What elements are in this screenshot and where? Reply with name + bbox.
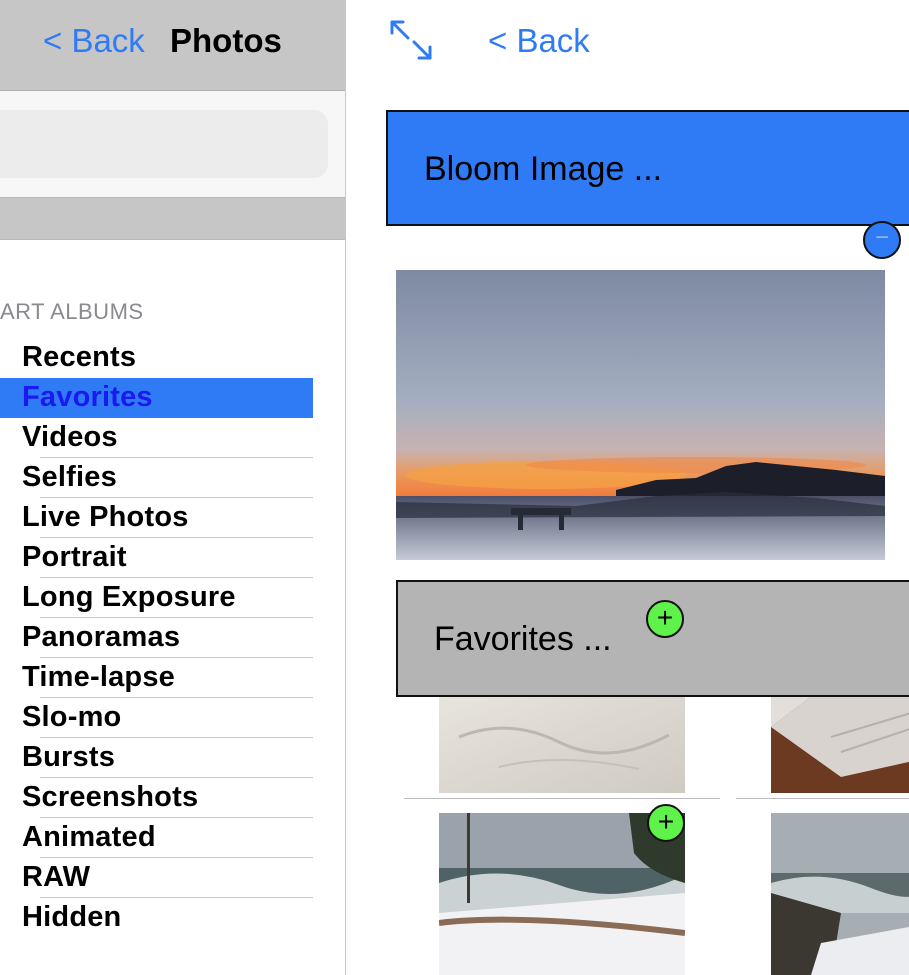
photo-thumbnail[interactable] (771, 697, 909, 793)
grid-divider (404, 798, 720, 799)
bloom-image-label: Bloom Image ... (424, 150, 663, 188)
album-label: RAW (22, 861, 91, 893)
album-label: Favorites (22, 381, 153, 413)
album-item-videos[interactable]: Videos (0, 418, 313, 458)
expand-arrows-icon[interactable] (388, 18, 434, 62)
sidebar-header: < Back Photos (0, 0, 345, 91)
album-item-slo-mo[interactable]: Slo-mo (0, 698, 313, 738)
search-area (0, 91, 345, 197)
album-item-long-exposure[interactable]: Long Exposure (0, 578, 313, 618)
album-label: Bursts (22, 741, 116, 773)
album-item-bursts[interactable]: Bursts (0, 738, 313, 778)
section-divider (0, 197, 345, 240)
album-label: Live Photos (22, 501, 189, 533)
album-label: Selfies (22, 461, 117, 493)
album-item-portrait[interactable]: Portrait (0, 538, 313, 578)
album-label: Recents (22, 341, 137, 373)
albums-sidebar: < Back Photos ART ALBUMS Recents Favorit… (0, 0, 346, 975)
photo-thumbnail[interactable] (771, 813, 909, 975)
album-label: Animated (22, 821, 156, 853)
favorites-label: Favorites ... (434, 620, 612, 658)
collapse-button[interactable]: − (863, 221, 901, 259)
grid-divider (736, 798, 909, 799)
album-label: Videos (22, 421, 118, 453)
detail-back-button[interactable]: < Back (488, 22, 590, 60)
sunset-photo[interactable] (396, 270, 885, 560)
add-button[interactable]: + (646, 600, 684, 638)
sidebar-title: Photos (170, 22, 282, 59)
album-item-favorites[interactable]: Favorites (0, 378, 313, 418)
section-header: ART ALBUMS (0, 299, 144, 324)
album-label: Hidden (22, 901, 122, 933)
album-list: Recents Favorites Videos Selfies Live Ph… (0, 338, 313, 938)
album-label: Panoramas (22, 621, 181, 653)
album-label: Time-lapse (22, 661, 175, 693)
photo-thumbnail[interactable] (439, 813, 685, 975)
album-label: Screenshots (22, 781, 199, 813)
album-item-selfies[interactable]: Selfies (0, 458, 313, 498)
favorites-block[interactable]: Favorites ... (396, 580, 909, 697)
album-label: Portrait (22, 541, 127, 573)
bloom-image-block[interactable]: Bloom Image ... (386, 110, 909, 226)
album-item-hidden[interactable]: Hidden (0, 898, 313, 938)
album-item-screenshots[interactable]: Screenshots (0, 778, 313, 818)
sidebar-back-button[interactable]: < Back (43, 22, 145, 60)
album-item-recents[interactable]: Recents (0, 338, 313, 378)
photo-thumbnail[interactable] (439, 697, 685, 793)
album-item-raw[interactable]: RAW (0, 858, 313, 898)
search-field[interactable] (0, 110, 328, 178)
album-item-live-photos[interactable]: Live Photos (0, 498, 313, 538)
album-label: Slo-mo (22, 701, 122, 733)
album-item-panoramas[interactable]: Panoramas (0, 618, 313, 658)
album-item-time-lapse[interactable]: Time-lapse (0, 658, 313, 698)
add-button[interactable]: + (647, 804, 685, 842)
album-label: Long Exposure (22, 581, 236, 613)
album-item-animated[interactable]: Animated (0, 818, 313, 858)
